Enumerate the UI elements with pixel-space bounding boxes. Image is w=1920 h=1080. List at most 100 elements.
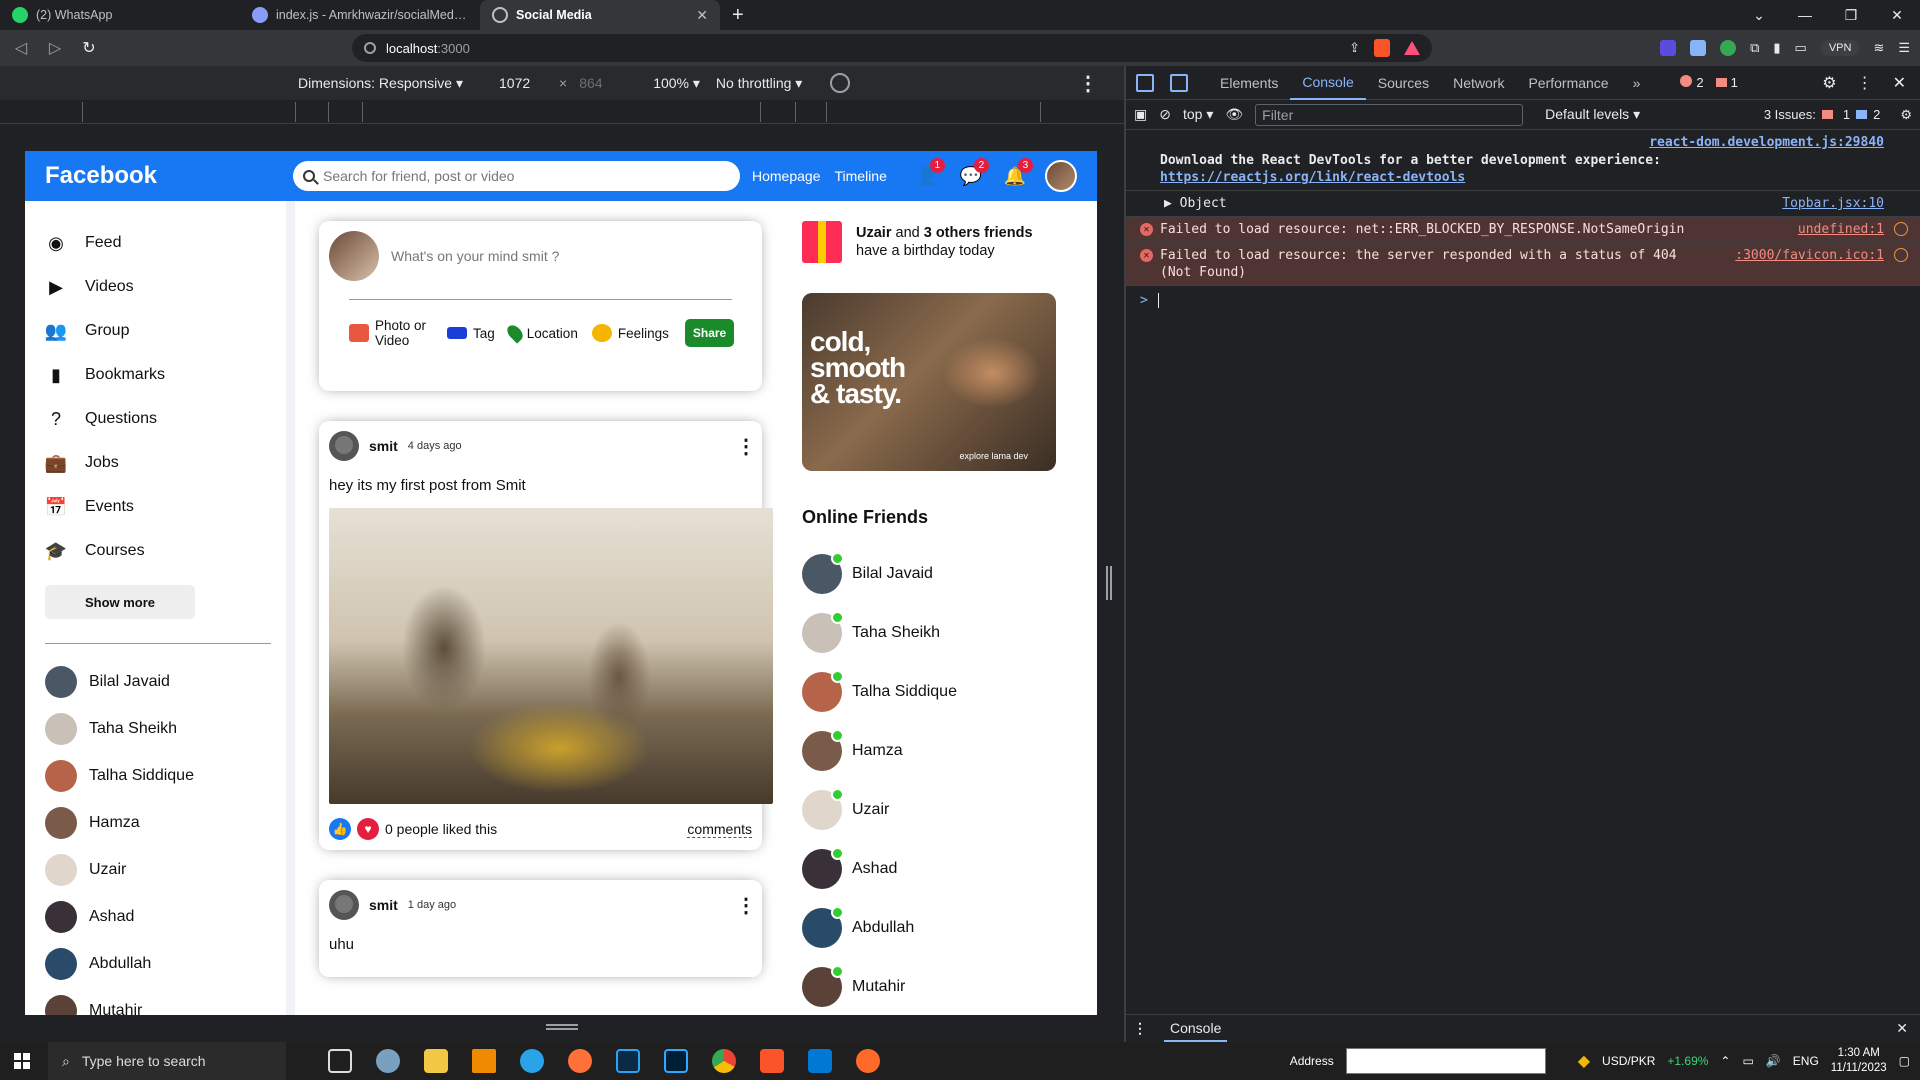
friend-item[interactable]: Abdullah <box>45 940 266 987</box>
vscode-icon[interactable] <box>808 1049 832 1073</box>
like-icon[interactable]: 👍 <box>329 818 351 840</box>
new-tab-button[interactable]: + <box>720 0 756 30</box>
media-query-ruler[interactable] <box>0 100 1124 124</box>
error-count[interactable]: 2 <box>1680 75 1704 90</box>
share-icon[interactable]: ⇪ <box>1349 40 1360 56</box>
friend-item[interactable]: Ashad <box>45 893 266 940</box>
sidebar-item-jobs[interactable]: 💼 Jobs <box>45 441 266 485</box>
leo-icon[interactable]: ≋ <box>1873 40 1884 56</box>
more-vert-icon[interactable]: ⋮ <box>736 434 756 459</box>
levels-dropdown[interactable]: Default levels ▾ <box>1545 106 1640 123</box>
sidebar-toggle-icon[interactable]: ▣ <box>1134 106 1147 123</box>
dimensions-dropdown[interactable]: Dimensions: Responsive ▾ <box>298 75 463 92</box>
console-message[interactable]: Topbar.jsx:10 ▶ Object <box>1126 191 1920 217</box>
address-input[interactable] <box>1345 1048 1546 1074</box>
friend-item[interactable]: Mutahir <box>45 987 266 1015</box>
network-request-icon[interactable] <box>1894 248 1908 262</box>
tab-github[interactable]: index.js - Amrkhwazir/socialMedia-Fu <box>240 0 480 30</box>
puzzle-icon[interactable]: ⧉ <box>1750 40 1759 56</box>
brave-rewards-icon[interactable] <box>1404 41 1420 55</box>
friend-item[interactable]: Bilal Javaid <box>45 658 266 705</box>
context-selector[interactable]: top ▾ <box>1183 106 1213 123</box>
drawer-tab-console[interactable]: Console <box>1164 1016 1228 1042</box>
close-tab-icon[interactable]: ✕ <box>696 7 708 24</box>
photoshop-icon[interactable] <box>664 1049 688 1073</box>
network-icon[interactable]: ▭ <box>1742 1054 1753 1068</box>
tab-network[interactable]: Network <box>1441 66 1516 100</box>
gear-icon[interactable]: ⚙ <box>1900 107 1912 123</box>
chrome-icon[interactable] <box>712 1049 736 1073</box>
comments-link[interactable]: comments <box>687 821 752 838</box>
notification-center-icon[interactable]: ▢ <box>1899 1054 1910 1068</box>
device-toggle-icon[interactable] <box>1170 73 1188 92</box>
windows-start-icon[interactable] <box>14 1053 30 1069</box>
console-prompt[interactable]: > <box>1126 286 1920 315</box>
vpn-button[interactable]: VPN <box>1820 40 1860 56</box>
tab-sources[interactable]: Sources <box>1366 66 1441 100</box>
eye-icon[interactable]: 👁 <box>1225 106 1243 123</box>
app-icon[interactable] <box>376 1049 400 1073</box>
lightroom-icon[interactable] <box>616 1049 640 1073</box>
message-source-link[interactable]: undefined:1 <box>1798 221 1884 238</box>
zoom-dropdown[interactable]: 100% ▾ <box>653 75 700 92</box>
close-window-button[interactable]: ✕ <box>1874 7 1920 24</box>
chevron-up-icon[interactable]: ⌃ <box>1720 1054 1730 1068</box>
online-friend[interactable]: Bilal Javaid <box>802 544 1081 603</box>
online-friend[interactable]: Hamza <box>802 721 1081 780</box>
online-friend[interactable]: Mutahir <box>802 957 1081 1015</box>
width-input[interactable]: 1072 <box>499 75 549 91</box>
sidebar-item-group[interactable]: 👥 Group <box>45 309 266 353</box>
vlc-icon[interactable] <box>472 1049 496 1073</box>
sidebar-item-events[interactable]: 📅 Events <box>45 485 266 529</box>
close-drawer-icon[interactable]: ✕ <box>1896 1020 1908 1037</box>
menu-icon[interactable]: ☰ <box>1898 40 1910 56</box>
restore-button[interactable]: ❐ <box>1828 7 1874 24</box>
timeline-link[interactable]: Timeline <box>835 168 887 184</box>
online-friend[interactable]: Talha Siddique <box>802 662 1081 721</box>
issues-button[interactable]: 3 Issues: 1 2 ⚙ <box>1764 107 1912 123</box>
tab-whatsapp[interactable]: (2) WhatsApp <box>0 0 240 30</box>
ad-image[interactable]: cold, smooth & tasty. explore lama dev <box>802 293 1056 471</box>
online-friend[interactable]: Taha Sheikh <box>802 603 1081 662</box>
wallet-icon[interactable]: ▭ <box>1795 40 1807 56</box>
search-input[interactable]: Search for friend, post or video <box>293 161 740 191</box>
online-friend[interactable]: Abdullah <box>802 898 1081 957</box>
sidebar-item-videos[interactable]: ▶ Videos <box>45 265 266 309</box>
react-devtools-link[interactable]: https://reactjs.org/link/react-devtools <box>1160 170 1465 185</box>
message-source-link[interactable]: :3000/favicon.ico:1 <box>1735 247 1884 264</box>
brave-shields-icon[interactable] <box>1374 39 1390 57</box>
post-username[interactable]: smit <box>369 897 398 913</box>
clear-console-icon[interactable]: ⊘ <box>1159 106 1171 123</box>
notifications-icon[interactable]: 🔔 3 <box>1003 158 1033 188</box>
firefox-icon[interactable] <box>568 1049 592 1073</box>
tag-option[interactable]: Tag <box>447 326 495 341</box>
back-icon[interactable]: ◁ <box>10 38 32 58</box>
minimize-button[interactable]: — <box>1782 7 1828 23</box>
clock[interactable]: 1:30 AM 11/11/2023 <box>1831 1046 1887 1076</box>
brave-icon[interactable] <box>760 1049 784 1073</box>
language-indicator[interactable]: ENG <box>1793 1054 1819 1068</box>
more-tabs-button[interactable]: » <box>1621 66 1653 100</box>
more-vert-icon[interactable]: ⋮ <box>736 893 756 918</box>
person-icon[interactable]: 👤 1 <box>915 158 945 188</box>
tab-social-media[interactable]: Social Media ✕ <box>480 0 720 30</box>
message-source-link[interactable]: react-dom.development.js:29840 <box>1649 134 1884 151</box>
online-friend[interactable]: Uzair <box>802 780 1081 839</box>
close-icon[interactable]: ✕ <box>1893 73 1906 93</box>
drawer-menu-icon[interactable]: ⋮ <box>1130 1020 1150 1037</box>
extension-icon[interactable] <box>1660 40 1677 56</box>
sidebar-item-questions[interactable]: ? Questions <box>45 397 266 441</box>
sidebar-item-courses[interactable]: 🎓 Courses <box>45 529 266 573</box>
issue-count[interactable]: 1 <box>1715 75 1738 90</box>
edge-icon[interactable] <box>520 1049 544 1073</box>
reload-icon[interactable]: ↻ <box>78 38 100 58</box>
rotate-icon[interactable] <box>830 73 851 93</box>
share-button[interactable]: Share <box>684 319 735 347</box>
tab-search-icon[interactable]: ⌄ <box>1736 7 1782 24</box>
post-username[interactable]: smit <box>369 438 398 454</box>
chat-icon[interactable]: 💬 2 <box>959 158 989 188</box>
friend-item[interactable]: Talha Siddique <box>45 752 266 799</box>
site-info-icon[interactable] <box>364 42 376 54</box>
file-explorer-icon[interactable] <box>424 1049 448 1073</box>
network-request-icon[interactable] <box>1894 222 1908 236</box>
